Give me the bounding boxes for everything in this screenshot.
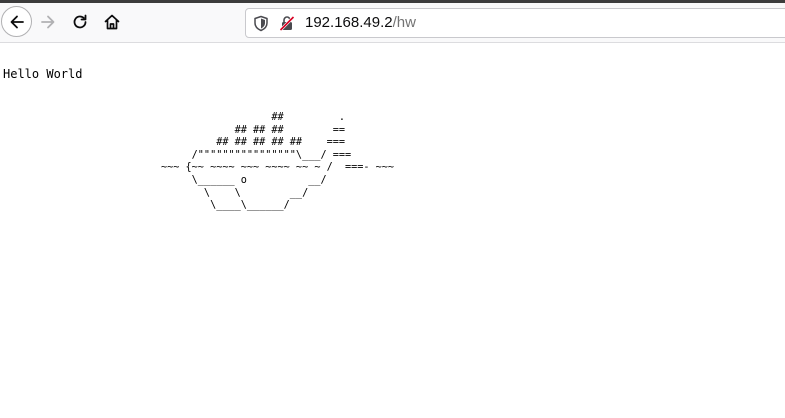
hello-world-text: Hello World — [3, 67, 83, 81]
url-path: /hw — [392, 14, 416, 31]
home-icon — [104, 14, 120, 30]
docker-whale-ascii-art: ## . ## ## ## == ## ## ## ## ## === /"""… — [161, 112, 395, 212]
reload-icon — [73, 14, 87, 29]
back-icon — [10, 15, 24, 28]
back-button[interactable] — [1, 6, 32, 37]
forward-button[interactable] — [33, 7, 63, 37]
insecure-lock-icon[interactable] — [279, 15, 295, 32]
browser-toolbar: 192.168.49.2/hw — [0, 3, 785, 43]
url-host: 192.168.49.2 — [305, 14, 393, 31]
page-content: Hello World ## . ## ## ## == ## ## ## ##… — [0, 44, 785, 418]
address-bar[interactable]: 192.168.49.2/hw — [245, 8, 785, 38]
home-button[interactable] — [97, 7, 127, 37]
url-text[interactable]: 192.168.49.2/hw — [305, 14, 416, 32]
shield-icon[interactable] — [253, 15, 269, 32]
reload-button[interactable] — [65, 7, 95, 37]
forward-icon — [41, 15, 55, 29]
